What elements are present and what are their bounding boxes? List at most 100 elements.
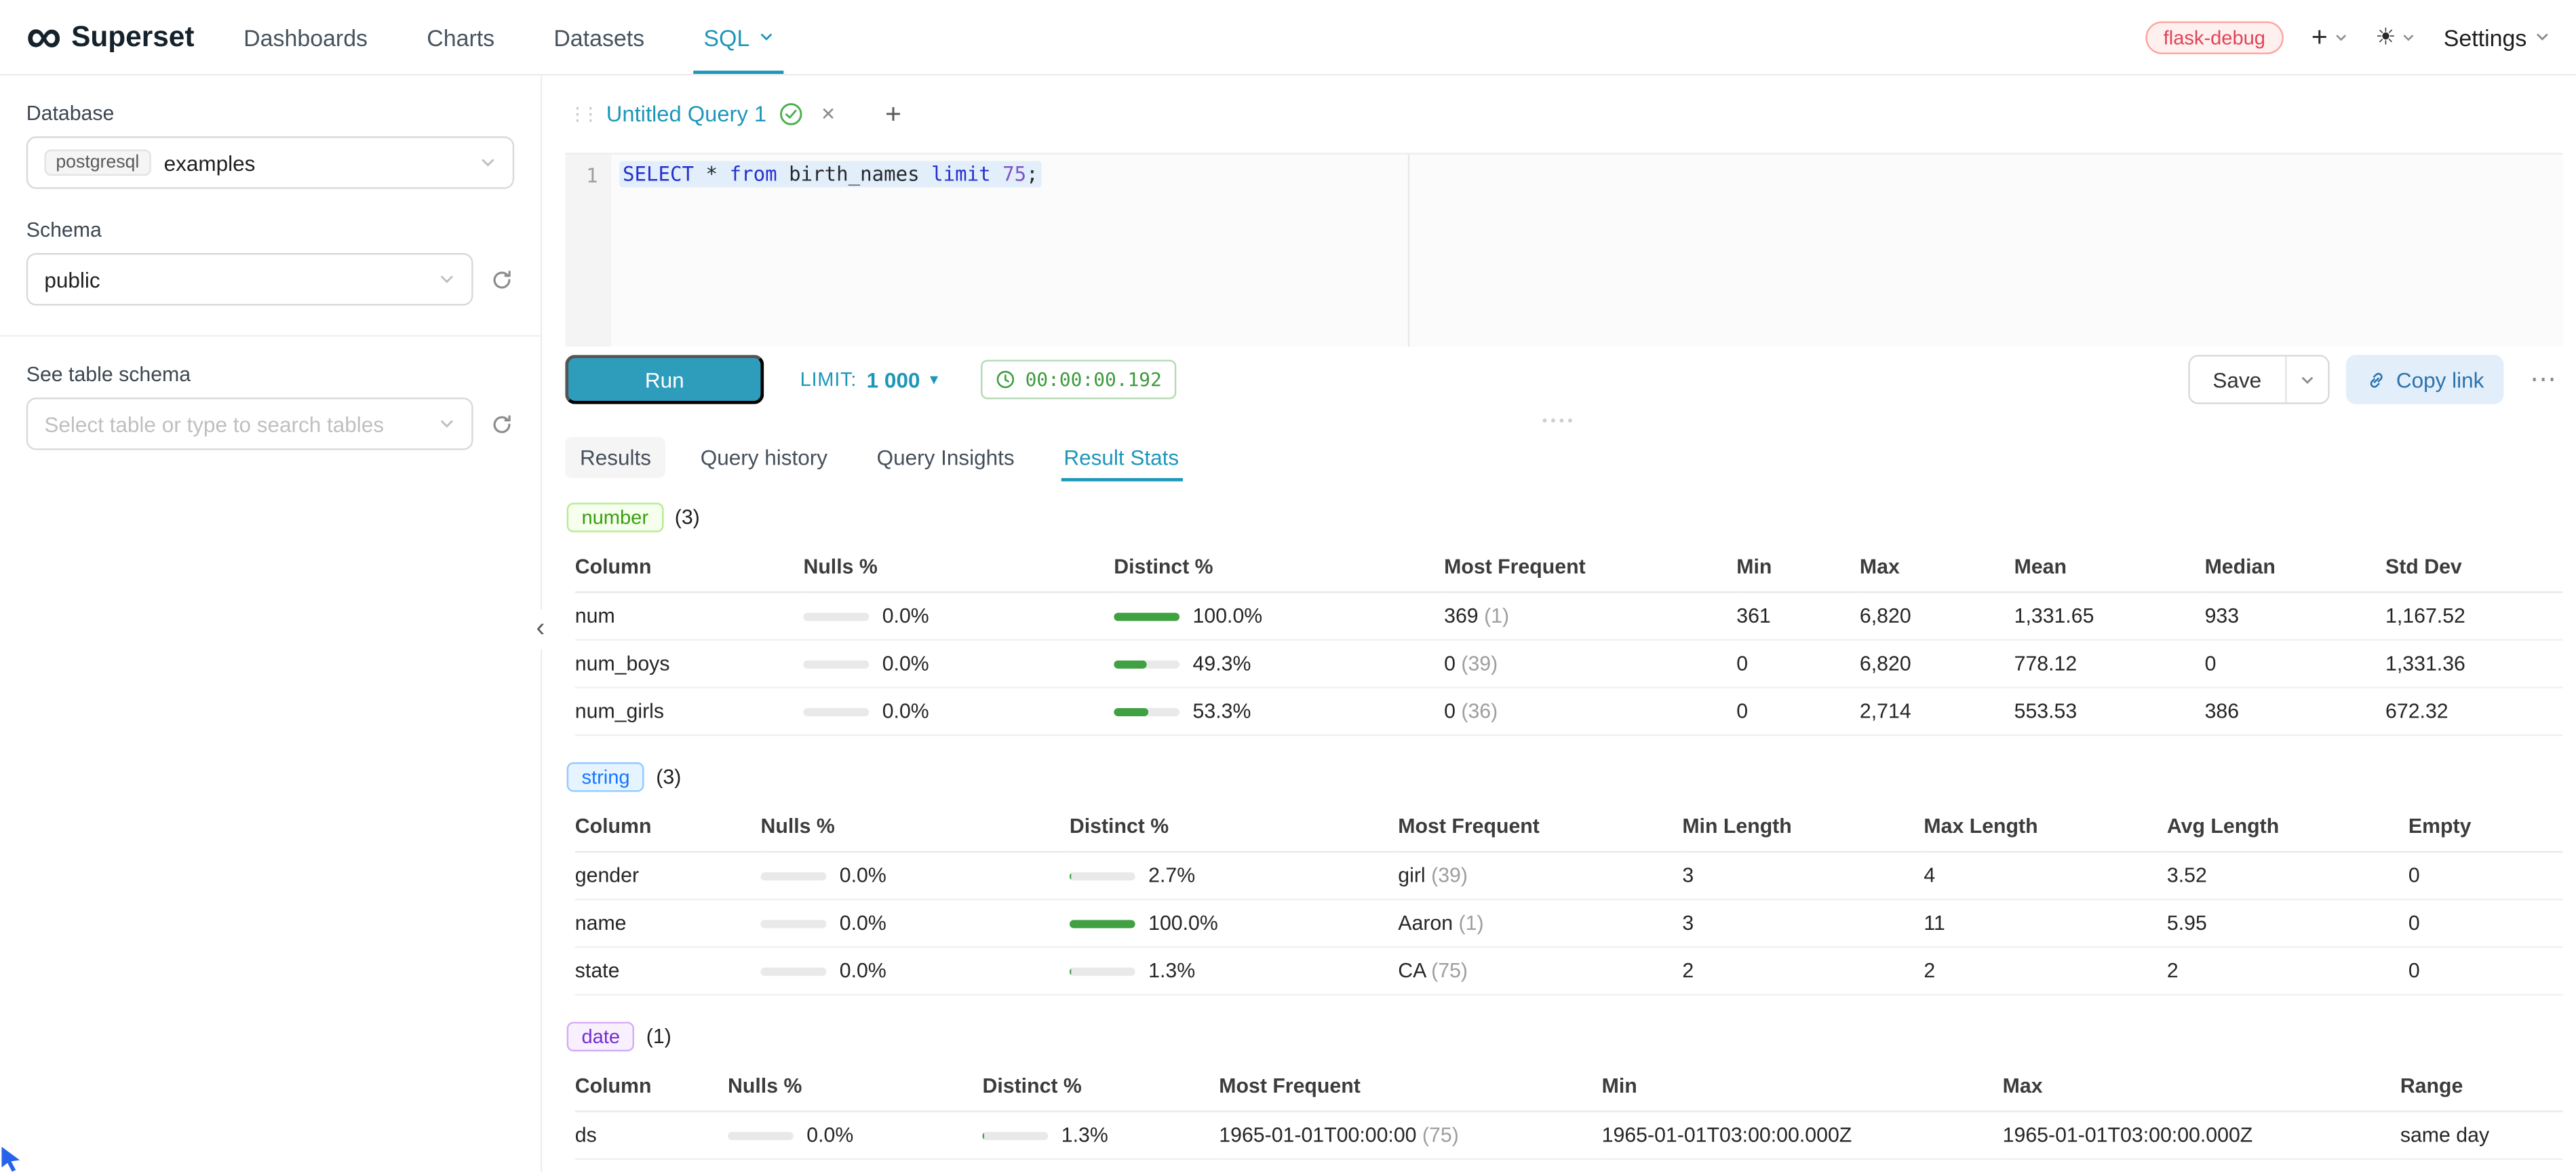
col-header: Column (575, 1061, 728, 1112)
cell-column: num (575, 592, 804, 640)
table-row: num_girls 0.0% 53.3% 0 (36) 0 2,714 553.… (575, 688, 2563, 735)
distinct-bar (1070, 872, 1135, 880)
col-header: Nulls % (803, 542, 1114, 592)
cell-max-length: 2 (1924, 947, 2166, 994)
theme-toggle-button[interactable]: ☀ (2375, 23, 2415, 51)
number-stats-table: Column Nulls % Distinct % Most Frequent … (575, 542, 2563, 736)
database-select[interactable]: postgresql examples (26, 136, 514, 189)
stats-section-date: date (1) Column Nulls % Distinct % Most … (565, 1022, 2576, 1160)
sql-text: birth_names (777, 163, 931, 186)
cell-distinct: 1.3% (982, 1112, 1219, 1159)
type-count: (3) (675, 506, 700, 529)
add-query-tab-button[interactable]: + (885, 98, 901, 130)
close-tab-icon[interactable]: ✕ (821, 104, 836, 125)
copy-link-button[interactable]: Copy link (2345, 355, 2504, 404)
nav-label: Charts (427, 24, 494, 50)
nav-item-charts[interactable]: Charts (427, 0, 494, 74)
main-menu: Dashboards Charts Datasets SQL (243, 0, 774, 74)
environment-tag: flask-debug (2145, 20, 2284, 53)
col-header: Column (575, 542, 804, 592)
cell-most-frequent: Aaron (1) (1398, 899, 1682, 947)
settings-menu[interactable]: Settings (2444, 24, 2550, 50)
cell-avg-length: 3.52 (2167, 852, 2408, 899)
distinct-bar (1070, 966, 1135, 975)
query-tabs-bar: ⋮⋮ Untitled Query 1 ✕ + (565, 75, 2562, 154)
cell-column: num_boys (575, 640, 804, 687)
caret-down-icon: ▾ (930, 370, 938, 389)
refresh-tables-icon[interactable] (490, 412, 514, 436)
cell-max: 6,820 (1860, 640, 2014, 687)
refresh-schemas-icon[interactable] (490, 267, 514, 292)
tab-results[interactable]: Results (565, 436, 666, 477)
mf-count: (1) (1459, 912, 1484, 935)
copy-link-label: Copy link (2396, 367, 2484, 391)
mouse-cursor (0, 1147, 26, 1172)
check-circle-icon (778, 102, 802, 126)
more-options-button[interactable]: ⋯ (2523, 363, 2562, 395)
tab-query-insights[interactable]: Query Insights (862, 436, 1030, 477)
save-button[interactable]: Save (2190, 357, 2285, 403)
collapse-panel-button[interactable]: ‹ (526, 610, 555, 649)
chevron-down-icon (480, 155, 496, 171)
drag-handle-icon[interactable]: ⋮⋮ (568, 104, 595, 125)
table-schema-label: See table schema (26, 363, 514, 386)
limit-label: LIMIT: (800, 368, 857, 391)
distinct-bar (982, 1131, 1048, 1139)
chevron-down-icon (760, 30, 775, 45)
cell-most-frequent: 369 (1) (1444, 592, 1736, 640)
cell-stddev: 1,167.52 (2385, 592, 2563, 640)
nulls-pct: 0.0% (882, 700, 929, 723)
query-tab[interactable]: ⋮⋮ Untitled Query 1 ✕ (565, 102, 848, 126)
nav-item-datasets[interactable]: Datasets (553, 0, 644, 74)
clock-icon (996, 370, 1015, 389)
run-button[interactable]: Run (565, 355, 764, 404)
cell-most-frequent: 1965-01-01T00:00:00 (75) (1219, 1112, 1601, 1159)
type-count: (1) (646, 1025, 671, 1048)
sql-code-editor[interactable]: 1 SELECT * from birth_names limit 75; (565, 155, 2562, 347)
table-select-placeholder: Select table or type to search tables (44, 412, 384, 436)
table-select[interactable]: Select table or type to search tables (26, 397, 473, 450)
tab-result-stats[interactable]: Result Stats (1049, 436, 1194, 477)
distinct-pct: 53.3% (1193, 700, 1251, 723)
nulls-pct: 0.0% (840, 960, 886, 983)
limit-dropdown[interactable]: LIMIT: 1 000 ▾ (800, 367, 939, 391)
table-row: name 0.0% 100.0% Aaron (1) 3 11 5.95 0 (575, 899, 2563, 947)
sql-text (991, 163, 1003, 186)
pane-resizer-handle[interactable]: •••• (542, 412, 2576, 429)
table-row: num_boys 0.0% 49.3% 0 (39) 0 6,820 778.1… (575, 640, 2563, 687)
cell-most-frequent: 0 (36) (1444, 688, 1736, 735)
cell-median: 0 (2205, 640, 2385, 687)
col-header: Std Dev (2385, 542, 2563, 592)
cell-empty: 0 (2408, 947, 2563, 994)
new-item-button[interactable]: + (2311, 26, 2347, 49)
superset-logo-icon: ∞ (26, 16, 58, 58)
nulls-pct: 0.0% (840, 912, 886, 935)
nulls-bar (760, 966, 826, 975)
save-split-button: Save (2188, 355, 2328, 404)
mf-value: girl (1398, 864, 1425, 887)
cell-column: gender (575, 852, 761, 899)
distinct-pct: 1.3% (1148, 960, 1195, 983)
schema-select[interactable]: public (26, 253, 473, 306)
tab-query-history[interactable]: Query history (686, 436, 842, 477)
cell-most-frequent: CA (75) (1398, 947, 1682, 994)
table-schema-field: See table schema Select table or type to… (26, 363, 514, 450)
cell-column: state (575, 947, 761, 994)
nav-item-dashboards[interactable]: Dashboards (243, 0, 368, 74)
distinct-pct: 2.7% (1148, 864, 1195, 887)
save-options-caret[interactable] (2284, 357, 2327, 403)
col-header: Max (1860, 542, 2014, 592)
cell-column: name (575, 899, 761, 947)
superset-brand[interactable]: ∞ Superset (26, 16, 195, 58)
cell-mean: 778.12 (2014, 640, 2205, 687)
cell-min-length: 3 (1682, 852, 1924, 899)
results-tabs: Results Query history Query Insights Res… (565, 431, 2562, 484)
distinct-bar (1114, 660, 1179, 668)
navbar-right: flask-debug + ☀ Settings (2145, 20, 2550, 53)
header-row: Column Nulls % Distinct % Most Frequent … (575, 542, 2563, 592)
sql-keyword: limit (931, 163, 991, 186)
nav-item-sql[interactable]: SQL (703, 0, 774, 74)
col-header: Median (2205, 542, 2385, 592)
elapsed-time: 00:00:00.192 (1026, 368, 1162, 391)
cell-range: same day (2400, 1112, 2563, 1159)
